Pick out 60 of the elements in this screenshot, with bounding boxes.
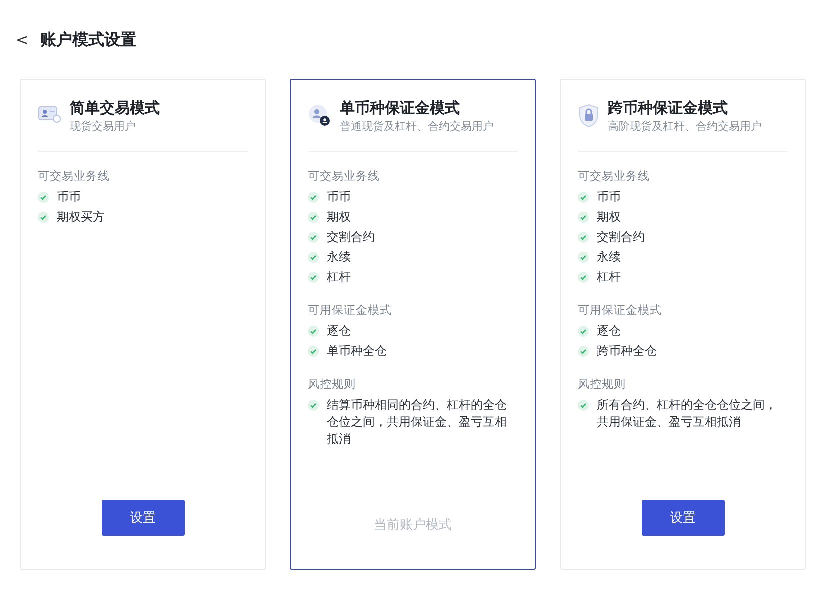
check-icon [578, 346, 589, 357]
feature-text: 交割合约 [327, 229, 375, 246]
feature-text: 逐仓 [597, 323, 621, 340]
check-icon [308, 346, 319, 357]
mode-title: 单币种保证金模式 [340, 98, 461, 118]
feature-text: 交割合约 [597, 229, 645, 246]
user-badge-icon [308, 104, 332, 128]
feature-text: 币币 [597, 189, 621, 206]
check-icon [308, 232, 319, 243]
feature-text: 杠杆 [597, 269, 621, 286]
feature-text: 结算币种相同的合约、杠杆的全仓仓位之间，共用保证金、盈亏互相抵消 [327, 397, 508, 448]
check-icon [578, 192, 589, 203]
check-icon [578, 272, 589, 283]
feature-text: 杠杆 [327, 269, 351, 286]
check-icon [308, 192, 319, 203]
feature-text: 币币 [57, 189, 81, 206]
check-icon [308, 212, 319, 223]
shield-lock-icon [578, 104, 600, 128]
section-heading: 可交易业务线 [308, 168, 381, 185]
section-heading: 可交易业务线 [578, 168, 651, 185]
check-icon [578, 326, 589, 337]
mode-title: 简单交易模式 [70, 98, 160, 118]
mode-subtitle: 普通现货及杠杆、合约交易用户 [340, 119, 494, 135]
feature-text: 跨币种全仓 [597, 343, 657, 360]
back-button[interactable]: < [16, 31, 29, 49]
feature-text: 永续 [327, 249, 351, 266]
check-icon [578, 232, 589, 243]
check-icon [578, 400, 589, 411]
mode-subtitle: 现货交易用户 [70, 119, 137, 135]
section-heading: 风控规则 [308, 376, 357, 393]
check-icon [578, 212, 589, 223]
check-icon [308, 252, 319, 263]
check-icon [308, 400, 319, 411]
set-button[interactable]: 设置 [102, 500, 184, 536]
feature-text: 逐仓 [327, 323, 351, 340]
feature-text: 期权买方 [57, 209, 105, 226]
section-heading: 可用保证金模式 [308, 302, 393, 319]
mode-card[interactable]: 单币种保证金模式 普通现货及杠杆、合约交易用户 可交易业务线 币币 期权 交割合约 永续 杠杆 可用保证金模式 逐仓 单币种全仓 风控规则 结算币种相同的合约、杠杆的全仓仓位之间，共用保证金、盈亏互相抵消 当前账户模式 [290, 79, 536, 570]
mode-subtitle: 高阶现货及杠杆、合约交易用户 [608, 119, 762, 135]
section-heading: 可用保证金模式 [578, 302, 663, 319]
page-title: 账户模式设置 [40, 30, 137, 50]
check-icon [578, 252, 589, 263]
set-button[interactable]: 设置 [642, 500, 724, 536]
check-icon [38, 192, 49, 203]
feature-text: 所有合约、杠杆的全仓仓位之间，共用保证金、盈亏互相抵消 [597, 397, 778, 431]
feature-text: 永续 [597, 249, 621, 266]
id-card-icon [38, 104, 62, 124]
mode-card[interactable]: 跨币种保证金模式 高阶现货及杠杆、合约交易用户 可交易业务线 币币 期权 交割合约 永续 杠杆 可用保证金模式 逐仓 跨币种全仓 风控规则 所有合约、杠杆的全仓仓位之间，共用保证金、盈亏互相抵消 设置 [560, 79, 806, 570]
current-mode-label: 当前账户模式 [374, 517, 452, 535]
feature-text: 币币 [327, 189, 351, 206]
feature-text: 期权 [327, 209, 351, 226]
feature-text: 单币种全仓 [327, 343, 387, 360]
check-icon [38, 212, 49, 223]
feature-text: 期权 [597, 209, 621, 226]
section-heading: 风控规则 [578, 376, 627, 393]
check-icon [308, 272, 319, 283]
mode-card[interactable]: 简单交易模式 现货交易用户 可交易业务线 币币 期权买方 设置 [20, 79, 266, 570]
mode-title: 跨币种保证金模式 [608, 98, 729, 118]
section-heading: 可交易业务线 [38, 168, 111, 185]
check-icon [308, 326, 319, 337]
